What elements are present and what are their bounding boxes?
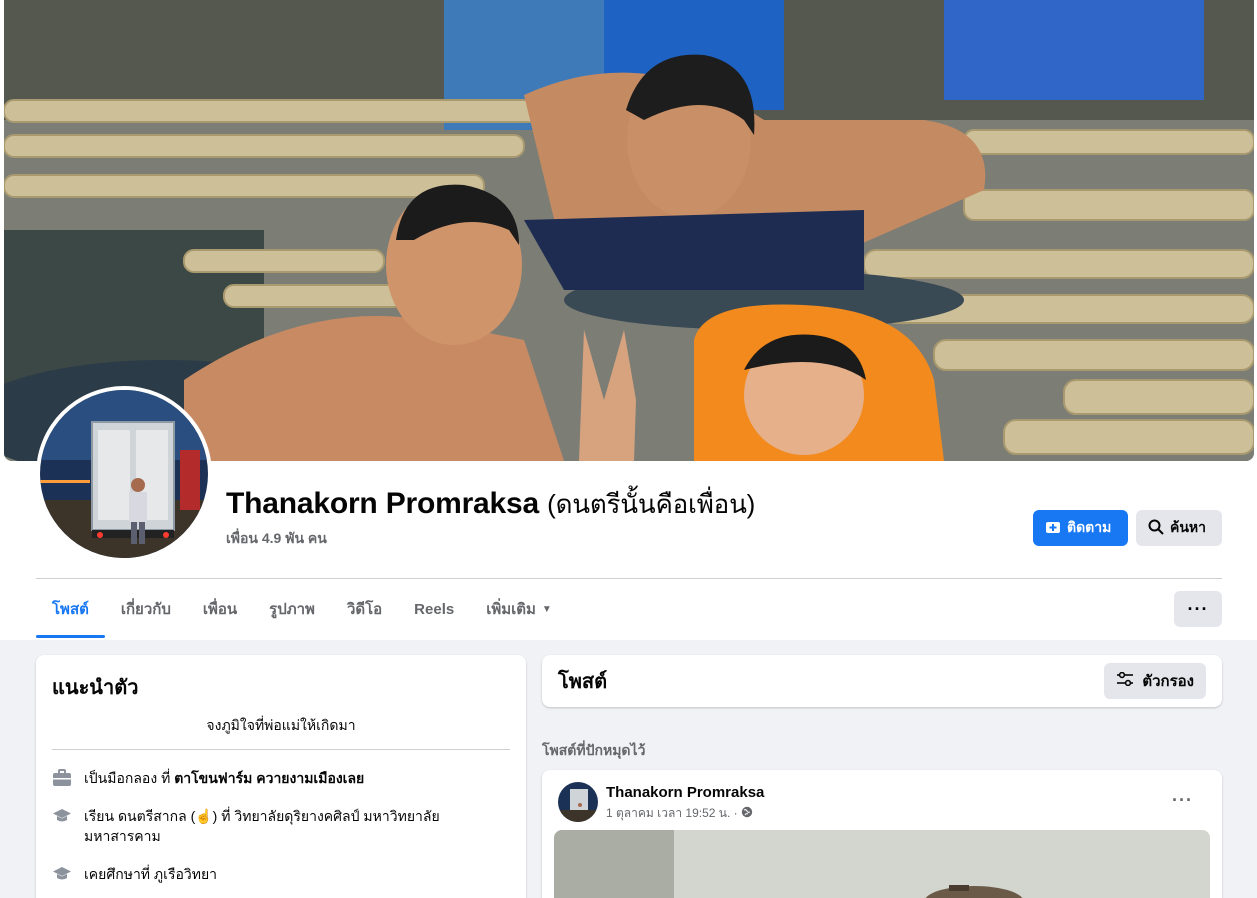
- profile-alternate-name: (ดนตรีนั้นคือเพื่อน): [547, 489, 756, 519]
- tab-more[interactable]: เพิ่มเติม ▼: [470, 580, 568, 638]
- cover-photo-image: [4, 0, 1254, 461]
- profile-name: Thanakorn Promraksa (ดนตรีนั้นคือเพื่อน): [226, 484, 755, 525]
- intro-work-prefix: เป็นมือกลอง ที่: [84, 770, 175, 786]
- tab-label: เกี่ยวกับ: [120, 601, 171, 618]
- tab-label: วิดีโอ: [346, 601, 383, 618]
- post-options-button[interactable]: ···: [1172, 790, 1193, 811]
- more-dots-icon: ···: [1172, 790, 1193, 810]
- tab-posts[interactable]: โพสต์: [36, 580, 105, 638]
- tab-label: เพื่อน: [202, 601, 238, 618]
- search-icon: [1148, 519, 1164, 538]
- tab-about[interactable]: เกี่ยวกับ: [105, 580, 187, 638]
- post-meta: 1 ตุลาคม เวลา 19:52 น. ·: [606, 804, 753, 823]
- graduation-cap-icon: [52, 864, 72, 884]
- post-author-name[interactable]: Thanakorn Promraksa: [606, 784, 764, 801]
- intro-work: เป็นมือกลอง ที่ ตาโขนฟาร์ม ควายงามเมืองเ…: [52, 768, 510, 788]
- filter-button-label: ตัวกรอง: [1142, 673, 1194, 690]
- search-button[interactable]: ค้นหา: [1136, 510, 1222, 546]
- tab-photos[interactable]: รูปภาพ: [253, 580, 331, 638]
- header-divider: [36, 578, 1222, 579]
- intro-work-place[interactable]: ตาโขนฟาร์ม ควายงามเมืองเลย: [174, 770, 364, 786]
- pinned-post-card: Thanakorn Promraksa 1 ตุลาคม เวลา 19:52 …: [542, 770, 1222, 898]
- search-button-label: ค้นหา: [1170, 519, 1207, 535]
- graduation-cap-icon: [52, 806, 72, 826]
- intro-school: เคยศึกษาที่ ภูเรือวิทยา: [52, 864, 510, 884]
- intro-work-text: เป็นมือกลอง ที่ ตาโขนฟาร์ม ควายงามเมืองเ…: [84, 768, 364, 788]
- follow-button-label: ติดตาม: [1067, 519, 1112, 535]
- profile-header: Thanakorn Promraksa (ดนตรีนั้นคือเพื่อน)…: [0, 0, 1257, 640]
- post-timestamp[interactable]: 1 ตุลาคม เวลา 19:52 น. ·: [606, 804, 738, 823]
- intro-title: แนะนำตัว: [52, 677, 139, 699]
- intro-bio: จงภูมิใจที่พ่อแม่ให้เกิดมา: [52, 715, 510, 750]
- tab-videos[interactable]: วิดีโอ: [331, 580, 398, 638]
- intro-study-text: เรียน ดนตรีสากล (☝️) ที่ วิทยาลัยดุริยาง…: [84, 808, 440, 844]
- tab-friends[interactable]: เพื่อน: [187, 580, 253, 638]
- posts-title: โพสต์: [558, 671, 608, 693]
- profile-display-name: Thanakorn Promraksa: [226, 487, 539, 520]
- friends-count[interactable]: เพื่อน 4.9 พัน คน: [226, 528, 327, 550]
- profile-tabs: โพสต์ เกี่ยวกับ เพื่อน รูปภาพ วิดีโอ Ree…: [36, 580, 568, 638]
- tab-reels[interactable]: Reels: [398, 580, 470, 638]
- profile-avatar[interactable]: [36, 386, 212, 562]
- cover-photo[interactable]: [4, 0, 1254, 461]
- tab-label: รูปภาพ: [269, 601, 315, 618]
- tab-label: โพสต์: [52, 601, 89, 618]
- avatar-image: [40, 390, 208, 558]
- intro-study: เรียน ดนตรีสากล (☝️) ที่ วิทยาลัยดุริยาง…: [52, 806, 510, 846]
- post-author-avatar[interactable]: [558, 782, 598, 822]
- post-media[interactable]: [554, 830, 1210, 898]
- tab-label: เพิ่มเติม: [486, 601, 536, 618]
- follow-plus-icon: [1045, 519, 1061, 538]
- briefcase-icon: [52, 768, 72, 788]
- caret-down-icon: ▼: [541, 603, 552, 615]
- post-media-image: [554, 830, 1210, 898]
- follow-button[interactable]: ติดตาม: [1033, 510, 1128, 546]
- more-dots-icon: ···: [1187, 598, 1209, 619]
- intro-card: แนะนำตัว จงภูมิใจที่พ่อแม่ให้เกิดมา เป็น…: [36, 655, 526, 898]
- tab-label: Reels: [414, 600, 455, 618]
- profile-more-button[interactable]: ···: [1174, 591, 1222, 627]
- intro-school-text: เคยศึกษาที่ ภูเรือวิทยา: [84, 866, 218, 882]
- pinned-posts-label: โพสต์ที่ปักหมุดไว้: [542, 742, 646, 758]
- filter-button[interactable]: ตัวกรอง: [1104, 663, 1206, 699]
- posts-header-card: โพสต์ ตัวกรอง: [542, 655, 1222, 707]
- filter-sliders-icon: [1116, 671, 1134, 690]
- globe-icon: [741, 806, 753, 821]
